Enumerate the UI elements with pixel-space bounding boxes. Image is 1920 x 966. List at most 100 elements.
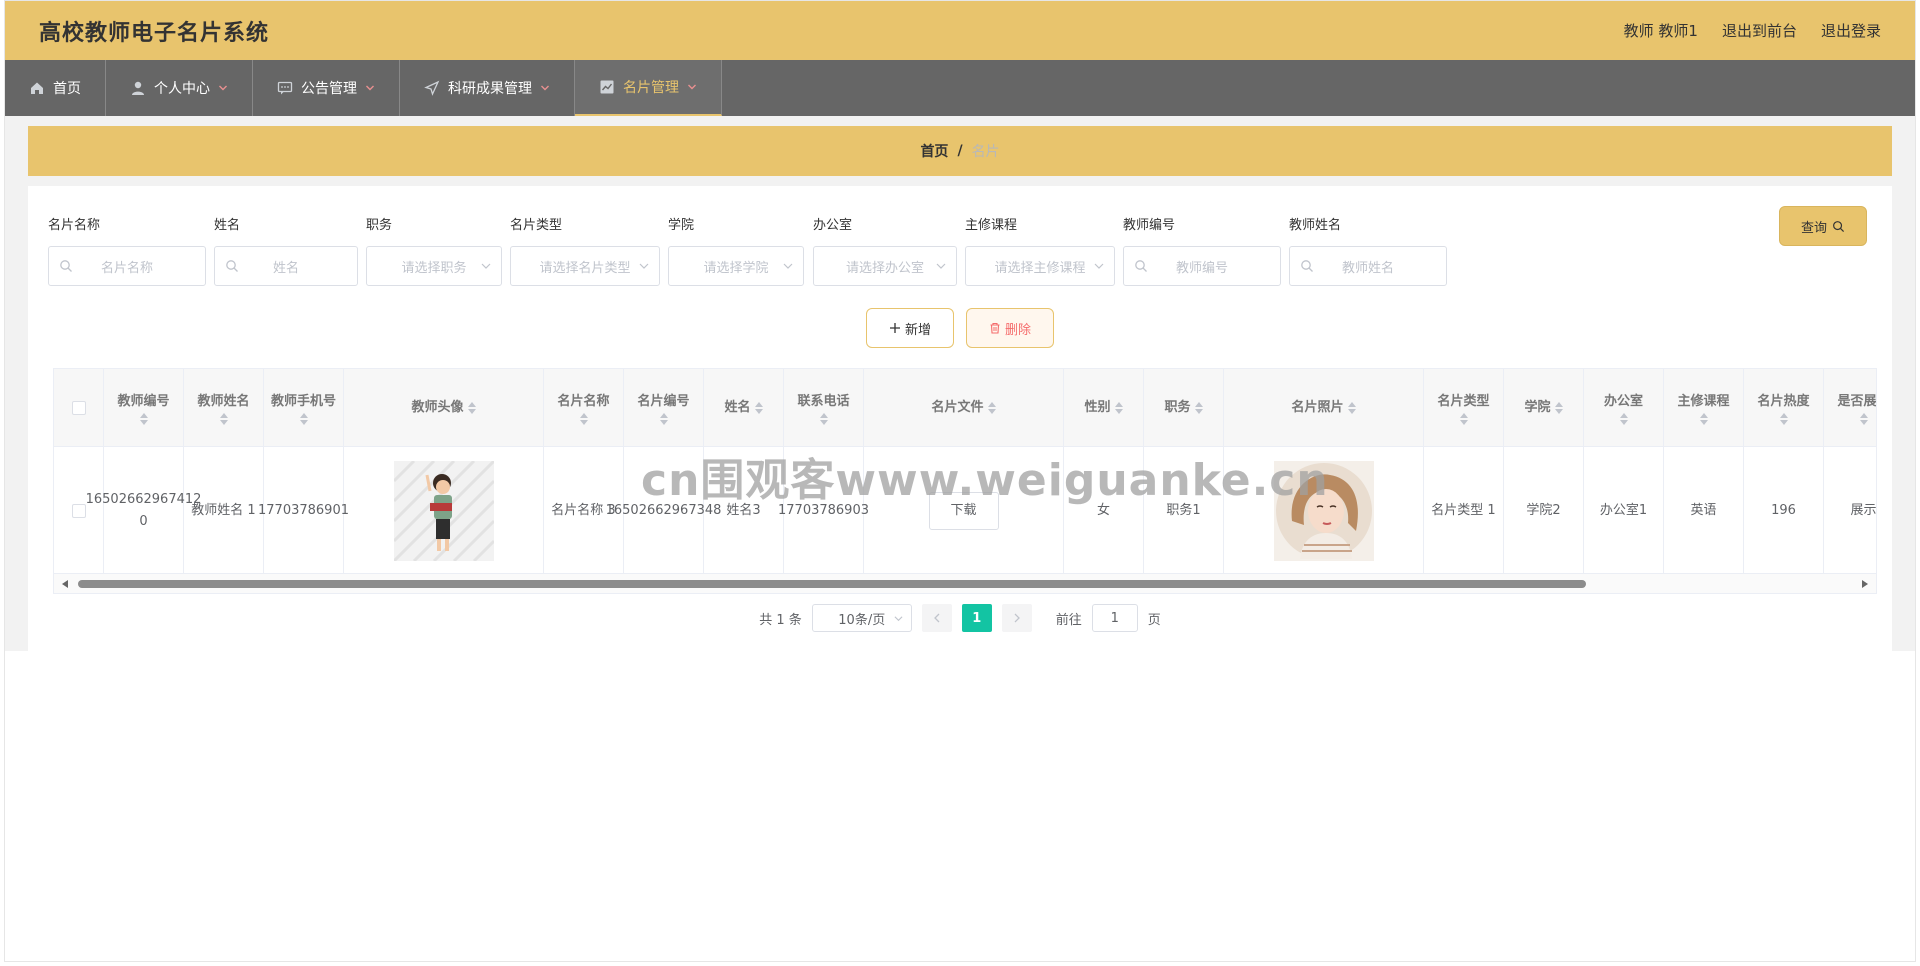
sort-icon[interactable] — [1779, 412, 1788, 425]
nav-item-card-management[interactable]: 名片管理 — [575, 60, 722, 116]
row-checkbox[interactable] — [71, 504, 86, 518]
sort-icon[interactable] — [659, 412, 668, 425]
sort-icon[interactable] — [1619, 412, 1628, 425]
scroll-left-icon[interactable] — [62, 580, 68, 588]
nav-item-research[interactable]: 科研成果管理 — [400, 60, 575, 116]
sort-icon[interactable] — [467, 401, 476, 414]
page-size-value: 10条/页 — [838, 612, 886, 628]
header-position[interactable]: 职务 — [1144, 369, 1224, 446]
card-table: 教师编号 教师姓名 教师手机号 教师头像 名片名称 名片编号 姓名 联系电话 名… — [53, 368, 1877, 594]
sort-icon[interactable] — [1859, 412, 1868, 425]
query-button[interactable]: 查询 — [1779, 206, 1867, 246]
sort-icon[interactable] — [1459, 412, 1468, 425]
table-header: 教师编号 教师姓名 教师手机号 教师头像 名片名称 名片编号 姓名 联系电话 名… — [54, 369, 1876, 447]
select-placeholder: 请选择学院 — [703, 260, 769, 276]
nav-item-announcement[interactable]: 公告管理 — [253, 60, 400, 116]
header-college[interactable]: 学院 — [1504, 369, 1584, 446]
cell-card-file: 下载 — [864, 447, 1064, 575]
sort-icon[interactable] — [299, 412, 308, 425]
header-course[interactable]: 主修课程 — [1664, 369, 1744, 446]
office-select[interactable]: 请选择办公室 — [813, 246, 957, 286]
teacher-no-input[interactable]: 教师编号 — [1123, 246, 1281, 286]
sort-icon[interactable] — [219, 412, 228, 425]
filter-teacher-name: 教师姓名 — [1289, 216, 1341, 236]
header-label: 联系电话 — [797, 393, 850, 409]
header-select-all[interactable] — [54, 369, 104, 446]
goto-page-input[interactable]: 1 — [1091, 604, 1138, 632]
header-office[interactable]: 办公室 — [1584, 369, 1664, 446]
delete-button[interactable]: 删除 — [966, 308, 1054, 348]
sort-icon[interactable] — [1347, 401, 1356, 414]
cell-teacher-name: 教师姓名 1 — [184, 447, 264, 575]
header-gender[interactable]: 性别 — [1064, 369, 1144, 446]
header-card-photo[interactable]: 名片照片 — [1224, 369, 1424, 446]
sort-icon[interactable] — [987, 401, 996, 414]
input-placeholder: 教师编号 — [1175, 260, 1228, 276]
header-show[interactable]: 是否展示 — [1824, 369, 1876, 446]
select-all-checkbox[interactable] — [71, 400, 86, 415]
header-teacher-name[interactable]: 教师姓名 — [184, 369, 264, 446]
goto-label: 前往 — [1055, 612, 1082, 628]
scroll-right-icon[interactable] — [1862, 580, 1868, 588]
course-select[interactable]: 请选择主修课程 — [965, 246, 1115, 286]
teacher-name-input[interactable]: 教师姓名 — [1289, 246, 1447, 286]
college-select[interactable]: 请选择学院 — [668, 246, 804, 286]
filter-label: 教师编号 — [1123, 218, 1176, 233]
input-placeholder: 名片名称 — [100, 260, 153, 276]
sort-icon[interactable] — [1699, 412, 1708, 425]
header-card-file[interactable]: 名片文件 — [864, 369, 1064, 446]
teacher-avatar-image[interactable] — [393, 461, 494, 561]
name-input[interactable]: 姓名 — [214, 246, 358, 286]
nav-item-label: 首页 — [53, 81, 81, 97]
breadcrumb-home[interactable]: 首页 — [920, 141, 948, 161]
filter-label: 名片类型 — [510, 218, 563, 233]
filter-label: 教师姓名 — [1289, 218, 1342, 233]
page-number-current[interactable]: 1 — [961, 604, 992, 632]
card-photo-image[interactable] — [1273, 461, 1374, 561]
chevron-down-icon — [481, 263, 491, 269]
header-phone[interactable]: 联系电话 — [784, 369, 864, 446]
nav-item-personal-center[interactable]: 个人中心 — [106, 60, 253, 116]
filter-position: 职务 — [366, 216, 392, 236]
download-button[interactable]: 下载 — [928, 492, 999, 530]
sort-icon[interactable] — [1554, 401, 1563, 414]
add-button[interactable]: 新增 — [866, 308, 954, 348]
header-avatar[interactable]: 教师头像 — [344, 369, 544, 446]
nav-item-home[interactable]: 首页 — [5, 60, 106, 116]
prev-page-button[interactable] — [921, 604, 952, 632]
sort-icon[interactable] — [579, 412, 588, 425]
header-card-name[interactable]: 名片名称 — [544, 369, 624, 446]
cell-show: 展示 — [1824, 447, 1876, 575]
chevron-down-icon — [936, 263, 946, 269]
page-size-select[interactable]: 10条/页 — [811, 604, 912, 632]
card-name-input[interactable]: 名片名称 — [48, 246, 206, 286]
exit-to-front-link[interactable]: 退出到前台 — [1722, 20, 1797, 41]
card-type-select[interactable]: 请选择名片类型 — [510, 246, 660, 286]
chart-icon — [600, 80, 614, 94]
position-select[interactable]: 请选择职务 — [366, 246, 502, 286]
filter-card-type: 名片类型 — [510, 216, 562, 236]
current-user[interactable]: 教师 教师1 — [1624, 20, 1698, 41]
header-heat[interactable]: 名片热度 — [1744, 369, 1824, 446]
horizontal-scrollbar[interactable] — [54, 573, 1876, 593]
breadcrumb-separator: / — [957, 143, 963, 159]
header-card-type[interactable]: 名片类型 — [1424, 369, 1504, 446]
header-label: 名片照片 — [1291, 399, 1344, 415]
header-name[interactable]: 姓名 — [704, 369, 784, 446]
header-teacher-phone[interactable]: 教师手机号 — [264, 369, 344, 446]
content-area: 首页 / 名片 名片名称 名片名称 姓名 姓名 职务 请选择职务 名片类型 请选… — [5, 116, 1915, 651]
header-card-no[interactable]: 名片编号 — [624, 369, 704, 446]
header-label: 教师编号 — [117, 393, 170, 409]
header-teacher-no[interactable]: 教师编号 — [104, 369, 184, 446]
sort-icon[interactable] — [1114, 401, 1123, 414]
sort-icon[interactable] — [754, 401, 763, 414]
chevron-down-icon — [1094, 263, 1104, 269]
sort-icon[interactable] — [1194, 401, 1203, 414]
header-label: 名片类型 — [1437, 393, 1490, 409]
sort-icon[interactable] — [819, 412, 828, 425]
next-page-button[interactable] — [1001, 604, 1032, 632]
cell-phone: 17703786903 — [778, 447, 869, 575]
scrollbar-thumb[interactable] — [78, 580, 1586, 588]
sort-icon[interactable] — [139, 412, 148, 425]
logout-link[interactable]: 退出登录 — [1821, 20, 1881, 41]
